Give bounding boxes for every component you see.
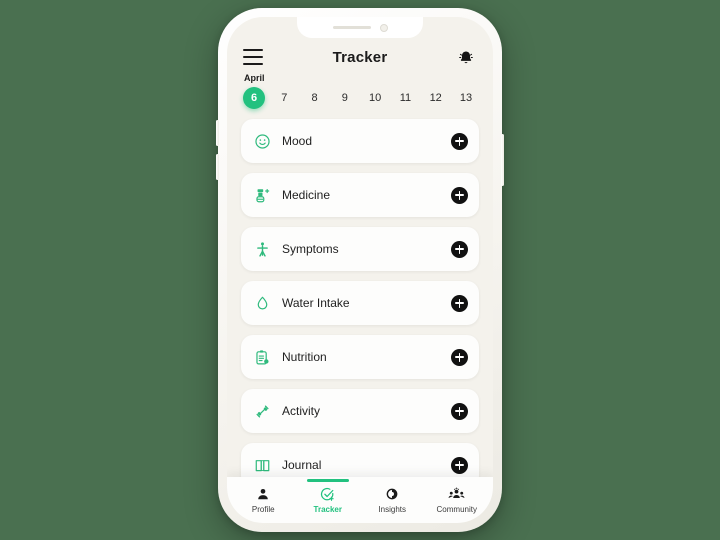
add-water-intake-button[interactable] — [451, 294, 468, 312]
phone-screen: Tracker April 6 7 8 9 10 11 12 13 Mood M… — [227, 17, 493, 523]
medicine-bottle-icon — [253, 186, 271, 204]
tracker-row-activity[interactable]: Activity — [241, 389, 479, 433]
date-chip-7[interactable]: 7 — [273, 87, 295, 109]
date-strip[interactable]: 6 7 8 9 10 11 12 13 — [241, 87, 479, 109]
add-medicine-button[interactable] — [451, 186, 468, 204]
check-circle-plus-icon — [320, 486, 335, 502]
tracker-row-label: Journal — [282, 458, 322, 472]
add-activity-button[interactable] — [451, 402, 468, 420]
add-symptoms-button[interactable] — [451, 240, 468, 258]
tracker-row-label: Activity — [282, 404, 321, 418]
water-drop-icon — [253, 294, 271, 312]
clipboard-nutrition-icon — [253, 348, 271, 366]
nav-item-label: Insights — [378, 505, 407, 514]
tracker-row-medicine[interactable]: Medicine — [241, 173, 479, 217]
tracker-row-label: Symptoms — [282, 242, 339, 256]
nav-item-profile[interactable]: Profile — [231, 482, 295, 514]
date-chip-10[interactable]: 10 — [364, 87, 386, 109]
volume-up-button[interactable] — [216, 120, 219, 146]
nav-item-insights[interactable]: Insights — [360, 482, 424, 514]
hamburger-menu-icon[interactable] — [243, 49, 265, 65]
month-label: April — [244, 73, 265, 83]
date-section: April 6 7 8 9 10 11 12 13 — [227, 67, 493, 109]
add-mood-button[interactable] — [451, 132, 468, 150]
open-book-icon — [253, 456, 271, 474]
tracker-row-journal[interactable]: Journal — [241, 443, 479, 477]
tracker-list: Mood Medicine Symptoms Water Intake Nutr… — [227, 109, 493, 477]
date-chip-13[interactable]: 13 — [455, 87, 477, 109]
phone-notch — [297, 17, 423, 38]
tracker-row-water-intake[interactable]: Water Intake — [241, 281, 479, 325]
date-chip-6[interactable]: 6 — [243, 87, 265, 109]
people-group-icon — [448, 486, 465, 502]
person-body-icon — [253, 240, 271, 258]
add-journal-button[interactable] — [451, 456, 468, 474]
date-chip-12[interactable]: 12 — [425, 87, 447, 109]
phone-frame: Tracker April 6 7 8 9 10 11 12 13 Mood M… — [216, 8, 504, 532]
nav-item-community[interactable]: Community — [425, 482, 489, 514]
tracker-row-mood[interactable]: Mood — [241, 119, 479, 163]
volume-down-button[interactable] — [216, 154, 219, 180]
date-chip-8[interactable]: 8 — [304, 87, 326, 109]
tracker-row-symptoms[interactable]: Symptoms — [241, 227, 479, 271]
date-chip-11[interactable]: 11 — [394, 87, 416, 109]
tracker-row-label: Medicine — [282, 188, 331, 202]
nav-item-label: Tracker — [313, 505, 342, 514]
earpiece-speaker — [332, 26, 371, 29]
page-title: Tracker — [332, 48, 388, 66]
tracker-row-label: Water Intake — [282, 296, 350, 310]
add-nutrition-button[interactable] — [451, 348, 468, 366]
bottom-navigation-bar: Profile Tracker Insights Community — [227, 477, 493, 523]
nav-active-indicator — [306, 479, 349, 482]
nav-item-label: Profile — [251, 505, 275, 514]
power-button[interactable] — [501, 134, 504, 186]
smiley-face-icon — [253, 132, 271, 150]
tracker-row-nutrition[interactable]: Nutrition — [241, 335, 479, 379]
bell-icon[interactable] — [455, 47, 477, 67]
tracker-row-label: Mood — [282, 134, 313, 148]
nav-item-tracker[interactable]: Tracker — [296, 479, 360, 514]
date-chip-9[interactable]: 9 — [334, 87, 356, 109]
dumbbell-icon — [253, 402, 271, 420]
pie-chart-icon — [385, 486, 399, 502]
nav-item-label: Community — [436, 505, 477, 514]
person-icon — [256, 486, 270, 502]
tracker-row-label: Nutrition — [282, 350, 327, 364]
front-camera-icon — [379, 23, 388, 32]
